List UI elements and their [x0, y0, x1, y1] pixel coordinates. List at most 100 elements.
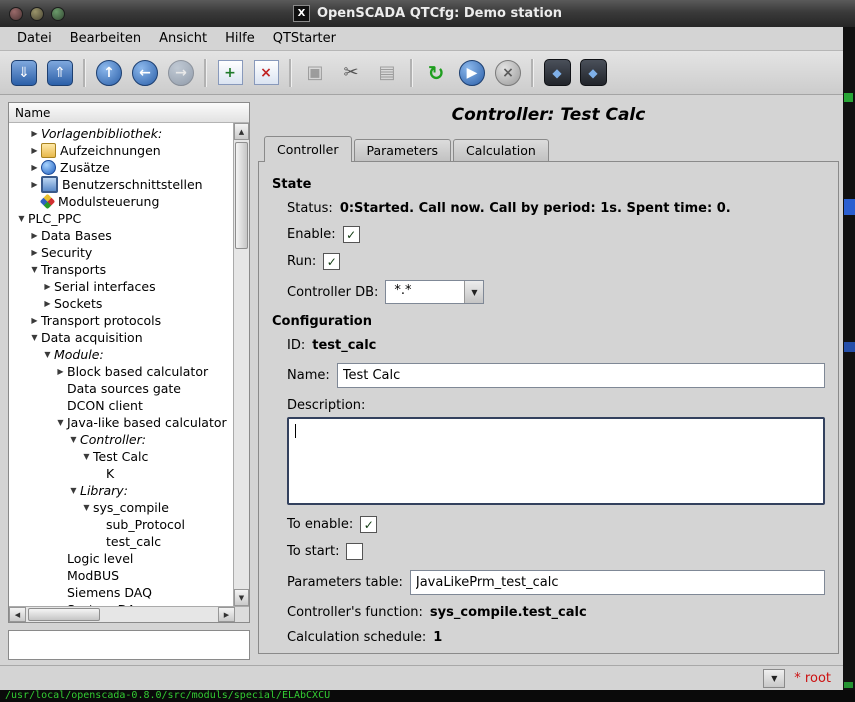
collapse-icon[interactable]: ▼ [67, 435, 80, 444]
menu-item-datei[interactable]: Datei [8, 29, 61, 48]
toolbar-forward-button[interactable]: → [163, 55, 199, 90]
tree-item[interactable]: ▶Serial interfaces [9, 278, 233, 295]
tree-item[interactable]: ▶Sockets [9, 295, 233, 312]
toolbar-cut-button[interactable]: ✂ [333, 55, 369, 90]
collapse-icon[interactable]: ▼ [67, 486, 80, 495]
tree-item[interactable]: ▼PLC_PPC [9, 210, 233, 227]
expand-icon[interactable]: ▶ [41, 282, 54, 291]
name-input[interactable] [337, 363, 825, 388]
delete-item-icon: × [254, 60, 279, 85]
toolbar-up-level-button[interactable]: ↑ [91, 55, 127, 90]
expand-icon[interactable]: ▶ [28, 180, 41, 189]
tree-item[interactable]: ▼Library: [9, 482, 233, 499]
toolbar-start-button[interactable]: ▶ [454, 55, 490, 90]
toolbar-back-button[interactable]: ← [127, 55, 163, 90]
horizontal-scroll-thumb[interactable] [28, 608, 100, 621]
menu-item-qtstarter[interactable]: QTStarter [264, 29, 345, 48]
collapse-icon[interactable]: ▼ [80, 503, 93, 512]
expand-icon[interactable]: ▶ [28, 316, 41, 325]
toolbar-qtstarter-run-button[interactable]: ◆ [575, 55, 611, 90]
tree-item[interactable]: ▼Controller: [9, 431, 233, 448]
tree-horizontal-scrollbar[interactable]: ◀ ▶ [9, 606, 249, 622]
tab-parameters[interactable]: Parameters [354, 139, 452, 161]
to-start-checkbox[interactable]: ✓ [346, 543, 363, 560]
tree-item[interactable]: sub_Protocol [9, 516, 233, 533]
tree-item-label: PLC_PPC [28, 211, 81, 226]
tree-item[interactable]: ▼Java-like based calculator [9, 414, 233, 431]
expand-icon[interactable]: ▶ [54, 367, 67, 376]
expand-icon[interactable]: ▶ [28, 248, 41, 257]
tree-item[interactable]: ▶Block based calculator [9, 363, 233, 380]
toolbar-stop-button[interactable]: × [490, 55, 526, 90]
toolbar-delete-item-button[interactable]: × [248, 55, 284, 90]
tree-item[interactable]: Logic level [9, 550, 233, 567]
horizontal-scroll-track[interactable] [26, 607, 218, 622]
tab-calculation[interactable]: Calculation [453, 139, 549, 161]
run-checkbox[interactable]: ✓ [323, 253, 340, 270]
parameters-table-input[interactable] [410, 570, 825, 595]
collapse-icon[interactable]: ▼ [41, 350, 54, 359]
tree-item[interactable]: ▶Aufzeichnungen [9, 142, 233, 159]
collapse-icon[interactable]: ▼ [28, 333, 41, 342]
menu-item-bearbeiten[interactable]: Bearbeiten [61, 29, 150, 48]
tree-item[interactable]: ▼Test Calc [9, 448, 233, 465]
toolbar-copy-button[interactable]: ▣ [297, 55, 333, 90]
expand-icon[interactable]: ▶ [41, 299, 54, 308]
to-enable-checkbox[interactable]: ✓ [360, 516, 377, 533]
menu-item-ansicht[interactable]: Ansicht [150, 29, 216, 48]
tree-item[interactable]: ▼Module: [9, 346, 233, 363]
tree-item[interactable]: ModBUS [9, 567, 233, 584]
tab-controller[interactable]: Controller [264, 136, 352, 161]
tree-item[interactable]: ▶Data Bases [9, 227, 233, 244]
chevron-down-icon[interactable]: ▼ [464, 281, 483, 303]
collapse-icon[interactable]: ▼ [80, 452, 93, 461]
toolbar-add-item-button[interactable]: + [212, 55, 248, 90]
expand-icon[interactable]: ▶ [28, 146, 41, 155]
status-label: Status: [287, 201, 333, 216]
toolbar-refresh-button[interactable]: ↻ [418, 55, 454, 90]
name-label: Name: [287, 368, 330, 383]
tree-item-label: Vorlagenbibliothek: [41, 126, 162, 141]
expand-icon[interactable]: ▶ [28, 129, 41, 138]
scroll-up-icon[interactable]: ▲ [234, 123, 249, 140]
toolbar-save-to-db-button[interactable]: ⇑ [42, 55, 78, 90]
vertical-scroll-thumb[interactable] [235, 142, 248, 249]
collapse-icon[interactable]: ▼ [28, 265, 41, 274]
controller-db-select[interactable]: *.* ▼ [385, 280, 484, 304]
tree-item[interactable]: ▶Zusätze [9, 159, 233, 176]
expand-icon[interactable]: ▶ [28, 231, 41, 240]
tree-item[interactable]: K [9, 465, 233, 482]
tree-item[interactable]: ▼sys_compile [9, 499, 233, 516]
scroll-down-icon[interactable]: ▼ [234, 589, 249, 606]
toolbar-paste-button[interactable]: ▤ [369, 55, 405, 90]
window-title: OpenSCADA QTCfg: Demo station [317, 6, 562, 21]
vertical-scroll-track[interactable] [234, 140, 249, 589]
toolbar-qtstarter-config-button[interactable]: ◆ [539, 55, 575, 90]
tree-item[interactable]: ▶Transport protocols [9, 312, 233, 329]
tree-item[interactable]: test_calc [9, 533, 233, 550]
tree-item[interactable]: Modulsteuerung [9, 193, 233, 210]
minimize-button[interactable] [30, 7, 44, 21]
tree-item[interactable]: DCON client [9, 397, 233, 414]
tree-item[interactable]: Data sources gate [9, 380, 233, 397]
tree-item[interactable]: ▶Security [9, 244, 233, 261]
scroll-right-icon[interactable]: ▶ [218, 607, 235, 622]
tree-item[interactable]: ▼Transports [9, 261, 233, 278]
tree-item[interactable]: ▶Benutzerschnittstellen [9, 176, 233, 193]
description-textarea[interactable] [289, 419, 823, 503]
user-select[interactable]: ▼ [763, 669, 785, 688]
tree-filter-input[interactable] [8, 630, 250, 660]
expand-icon[interactable]: ▶ [28, 163, 41, 172]
tree-item[interactable]: ▶Vorlagenbibliothek: [9, 125, 233, 142]
tree-item[interactable]: Siemens DAQ [9, 584, 233, 601]
enable-checkbox[interactable]: ✓ [343, 226, 360, 243]
zoom-button[interactable] [51, 7, 65, 21]
toolbar-load-from-db-button[interactable]: ⇓ [6, 55, 42, 90]
collapse-icon[interactable]: ▼ [54, 418, 67, 427]
menu-item-hilfe[interactable]: Hilfe [216, 29, 264, 48]
scroll-left-icon[interactable]: ◀ [9, 607, 26, 622]
collapse-icon[interactable]: ▼ [15, 214, 28, 223]
tree-vertical-scrollbar[interactable]: ▲ ▼ [233, 123, 249, 606]
tree-item[interactable]: ▼Data acquisition [9, 329, 233, 346]
close-button[interactable] [9, 7, 23, 21]
